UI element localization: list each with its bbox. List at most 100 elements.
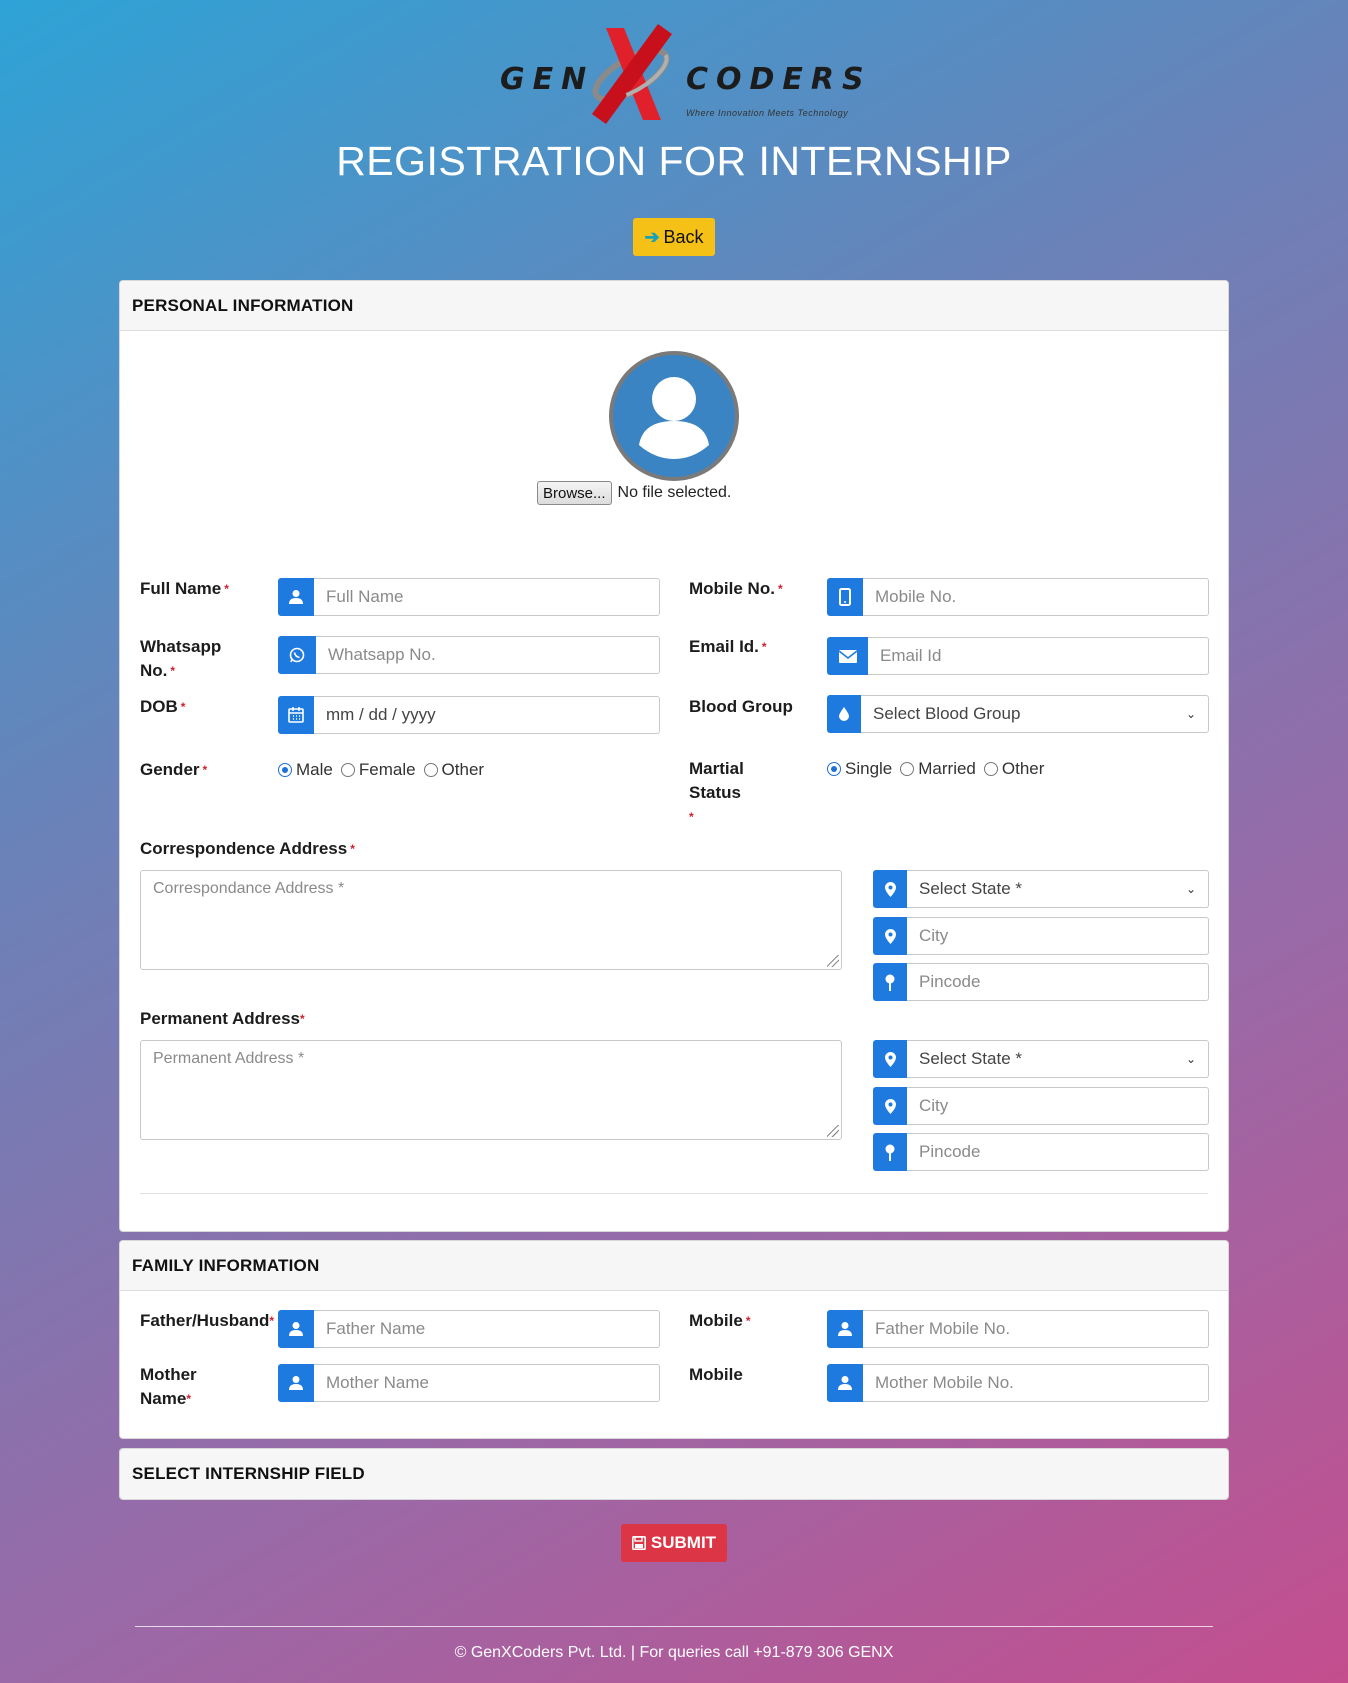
personal-information-panel: PERSONAL INFORMATION Browse... No file s… [119, 280, 1229, 1232]
brand-logo: GEN CODERS Where Innovation Meets Techno… [498, 20, 864, 130]
map-marker-icon [873, 1087, 907, 1125]
photo-file-input: Browse... No file selected. [537, 481, 731, 505]
correspondence-state-field[interactable]: Select State * ⌄ [873, 870, 1209, 908]
map-marker-icon [873, 917, 907, 955]
map-pin-icon [873, 963, 907, 1001]
permanent-address-textarea[interactable]: Permanent Address * [140, 1040, 842, 1140]
mobile-field[interactable]: Mobile No. [827, 578, 1209, 616]
permanent-city-field[interactable]: City [873, 1087, 1209, 1125]
email-input[interactable]: Email Id [868, 637, 1209, 675]
user-icon [278, 1364, 314, 1402]
whatsapp-icon [278, 636, 316, 674]
email-field[interactable]: Email Id [827, 637, 1209, 675]
family-information-heading: FAMILY INFORMATION [120, 1241, 1228, 1291]
internship-field-panel[interactable]: SELECT INTERNSHIP FIELD [119, 1448, 1229, 1500]
whatsapp-field[interactable]: Whatsapp No. [278, 636, 660, 674]
correspondence-state-select[interactable]: Select State * ⌄ [907, 870, 1209, 908]
permanent-pincode-input[interactable]: Pincode [907, 1133, 1209, 1171]
gender-other-radio[interactable]: Other [423, 760, 484, 780]
blood-group-label: Blood Group [689, 697, 793, 716]
profile-photo-avatar [609, 351, 739, 481]
father-name-input[interactable]: Father Name [314, 1310, 660, 1348]
mother-name-input[interactable]: Mother Name [314, 1364, 660, 1402]
correspondence-pincode-field[interactable]: Pincode [873, 963, 1209, 1001]
user-icon [827, 1364, 863, 1402]
calendar-icon [278, 696, 314, 734]
dob-field[interactable]: mm / dd / yyyy [278, 696, 660, 734]
correspondence-city-field[interactable]: City [873, 917, 1209, 955]
correspondence-pincode-input[interactable]: Pincode [907, 963, 1209, 1001]
logo-x-icon [592, 24, 672, 124]
back-button[interactable]: ➔ Back [633, 218, 715, 256]
correspondence-address-textarea[interactable]: Correspondance Address * [140, 870, 842, 970]
whatsapp-input[interactable]: Whatsapp No. [316, 636, 660, 674]
mother-mobile-field[interactable]: Mother Mobile No. [827, 1364, 1209, 1402]
arrow-left-icon: ➔ [644, 226, 660, 247]
correspondence-city-input[interactable]: City [907, 917, 1209, 955]
browse-button[interactable]: Browse... [537, 481, 612, 505]
mobile-input[interactable]: Mobile No. [863, 578, 1209, 616]
correspondence-address-label: Correspondence Address * [140, 839, 355, 858]
page-title: REGISTRATION FOR INTERNSHIP [336, 138, 1012, 184]
map-marker-icon [873, 870, 907, 908]
chevron-down-icon: ⌄ [1185, 707, 1196, 721]
mother-mobile-label: Mobile [689, 1365, 743, 1384]
permanent-address-label: Permanent Address* [140, 1009, 305, 1028]
gender-male-radio[interactable]: Male [278, 760, 333, 780]
blood-group-select[interactable]: Select Blood Group ⌄ [861, 695, 1209, 733]
user-icon [278, 1310, 314, 1348]
map-marker-icon [873, 1040, 907, 1078]
footer-divider [135, 1626, 1213, 1627]
father-mobile-field[interactable]: Father Mobile No. [827, 1310, 1209, 1348]
submit-button[interactable]: SUBMIT [621, 1524, 727, 1562]
logo-tagline: Where Innovation Meets Technology [686, 108, 849, 118]
submit-button-label: SUBMIT [650, 1533, 717, 1552]
blood-group-field[interactable]: Select Blood Group ⌄ [827, 695, 1209, 733]
full-name-field[interactable]: Full Name [278, 578, 660, 616]
permanent-city-input[interactable]: City [907, 1087, 1209, 1125]
mobile-phone-icon [827, 578, 863, 616]
gender-radio-group: Male Female Other [278, 760, 488, 780]
mother-name-field[interactable]: Mother Name [278, 1364, 660, 1402]
father-name-field[interactable]: Father Name [278, 1310, 660, 1348]
mobile-label: Mobile No. * [689, 579, 783, 598]
internship-field-heading[interactable]: SELECT INTERNSHIP FIELD [120, 1449, 1228, 1499]
user-icon [278, 578, 314, 616]
chevron-down-icon: ⌄ [1185, 1052, 1196, 1066]
map-pin-icon [873, 1133, 907, 1171]
full-name-input[interactable]: Full Name [314, 578, 660, 616]
dob-label: DOB * [140, 697, 186, 716]
father-mobile-label: Mobile * [689, 1311, 751, 1330]
permanent-pincode-field[interactable]: Pincode [873, 1133, 1209, 1171]
resize-grip-icon[interactable] [827, 955, 839, 967]
marital-married-radio[interactable]: Married [900, 759, 976, 779]
footer-text: © GenXCoders Pvt. Ltd. | For queries cal… [454, 1644, 894, 1661]
envelope-icon [827, 637, 868, 675]
dob-input[interactable]: mm / dd / yyyy [314, 696, 660, 734]
permanent-state-select[interactable]: Select State * ⌄ [907, 1040, 1209, 1078]
resize-grip-icon[interactable] [827, 1125, 839, 1137]
mother-label: Mother Name* [140, 1365, 197, 1408]
user-icon [827, 1310, 863, 1348]
marital-status-radio-group: Single Married Other [827, 759, 1048, 779]
section-divider [140, 1193, 1208, 1194]
back-button-label: Back [663, 226, 704, 247]
personal-information-heading: PERSONAL INFORMATION [120, 281, 1228, 331]
file-status-text: No file selected. [617, 484, 732, 501]
user-avatar-icon [639, 377, 709, 459]
father-mobile-input[interactable]: Father Mobile No. [863, 1310, 1209, 1348]
mother-mobile-input[interactable]: Mother Mobile No. [863, 1364, 1209, 1402]
whatsapp-label: Whatsapp No. * [140, 637, 222, 680]
family-information-panel: FAMILY INFORMATION Father/Husband* Fathe… [119, 1240, 1229, 1439]
logo-text-right: CODERS [686, 62, 872, 97]
gender-female-radio[interactable]: Female [340, 760, 416, 780]
save-icon [631, 1536, 646, 1550]
father-label: Father/Husband* [140, 1311, 275, 1330]
permanent-state-field[interactable]: Select State * ⌄ [873, 1040, 1209, 1078]
gender-label: Gender * [140, 760, 208, 779]
email-label: Email Id. * [689, 637, 767, 656]
marital-single-radio[interactable]: Single [827, 759, 892, 779]
marital-status-label: Martial Status * [689, 759, 744, 824]
marital-other-radio[interactable]: Other [983, 759, 1044, 779]
blood-drop-icon [827, 695, 861, 733]
